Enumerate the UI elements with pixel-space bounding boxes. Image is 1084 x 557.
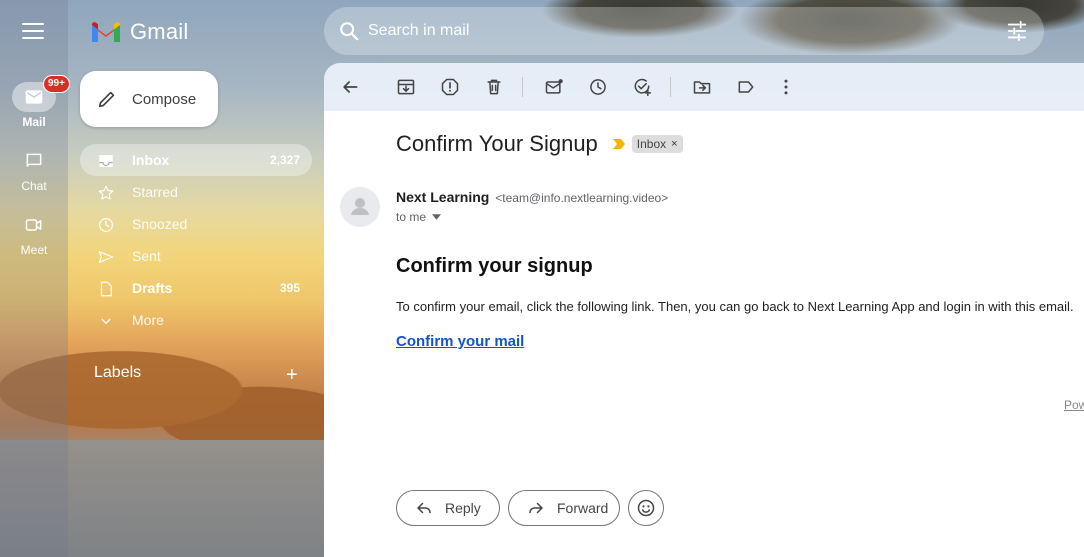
- email-view: Confirm Your Signup Inbox × Next Learnin…: [324, 111, 1084, 557]
- archive-icon[interactable]: [396, 77, 416, 97]
- add-task-icon[interactable]: [632, 77, 652, 97]
- search-bar[interactable]: [324, 7, 1044, 55]
- label-icon[interactable]: [736, 77, 756, 97]
- confirm-mail-link[interactable]: Confirm your mail: [396, 333, 524, 350]
- nav-label-sent: Sent: [132, 248, 161, 264]
- app-rail: 99+ Mail Chat Meet: [0, 0, 70, 557]
- inbox-count: 2,327: [269, 153, 300, 167]
- remove-label-button[interactable]: ×: [671, 138, 677, 150]
- chat-icon: [26, 153, 42, 167]
- compose-button[interactable]: Compose: [80, 71, 218, 127]
- recipients-toggle[interactable]: to me: [396, 210, 442, 224]
- mail-icon: [25, 90, 43, 104]
- rail-item-mail[interactable]: 99+ Mail: [0, 75, 70, 129]
- nav-item-sent[interactable]: Sent: [80, 240, 312, 272]
- nav-label-snoozed: Snoozed: [132, 216, 188, 232]
- inbox-icon: [99, 155, 113, 167]
- sender-email: <team@info.nextlearning.video>: [495, 191, 669, 205]
- rail-item-chat[interactable]: Chat: [0, 146, 68, 193]
- importance-marker-icon[interactable]: [612, 138, 626, 150]
- chevron-down-icon: [101, 318, 111, 325]
- message-toolbar: [324, 63, 1084, 111]
- label-chip-text: Inbox: [636, 137, 667, 151]
- menu-icon-bar: [22, 30, 44, 32]
- nav-item-snoozed[interactable]: Snoozed: [80, 208, 312, 240]
- mark-unread-icon[interactable]: [544, 77, 564, 97]
- footer-link-fragment[interactable]: Pow: [1064, 398, 1084, 412]
- rail-mail-pill: 99+: [12, 75, 70, 112]
- nav-label-starred: Starred: [132, 184, 178, 200]
- more-vert-icon[interactable]: [776, 77, 796, 97]
- forward-label: Forward: [557, 500, 609, 516]
- emoji-react-button[interactable]: [628, 490, 664, 526]
- snooze-icon[interactable]: [588, 77, 608, 97]
- video-camera-icon: [25, 219, 42, 231]
- reply-label: Reply: [445, 500, 481, 516]
- folder-nav: Inbox 2,327 Starred Snoozed Sent Drafts …: [80, 144, 312, 336]
- gmail-m-icon: [92, 22, 120, 42]
- star-icon: [98, 185, 114, 200]
- caret-down-icon: [432, 214, 442, 220]
- menu-icon: [22, 23, 44, 25]
- move-to-icon[interactable]: [692, 77, 712, 97]
- main-menu-button[interactable]: [22, 22, 44, 40]
- delete-icon[interactable]: [484, 77, 504, 97]
- nav-label-inbox: Inbox: [132, 152, 170, 168]
- gmail-logo[interactable]: Gmail: [90, 18, 188, 46]
- label-chip-inbox[interactable]: Inbox ×: [631, 135, 683, 153]
- toolbar-divider: [522, 77, 523, 97]
- sender-row: Next Learning <team@info.nextlearning.vi…: [396, 189, 668, 205]
- report-spam-icon[interactable]: [440, 77, 460, 97]
- rail-label-meet: Meet: [20, 243, 48, 257]
- search-icon[interactable]: [338, 20, 360, 42]
- clock-icon: [99, 218, 113, 232]
- sender-avatar[interactable]: [340, 187, 380, 227]
- rail-label-chat: Chat: [21, 179, 47, 193]
- compose-label: Compose: [132, 90, 197, 108]
- nav-item-more[interactable]: More: [80, 304, 312, 336]
- back-arrow-icon[interactable]: [340, 77, 360, 97]
- nav-item-inbox[interactable]: Inbox 2,327: [80, 144, 312, 176]
- unread-badge: 99+: [43, 75, 70, 93]
- search-options-icon[interactable]: [1006, 20, 1028, 42]
- toolbar-divider: [670, 77, 671, 97]
- nav-label-more: More: [132, 312, 164, 328]
- smiley-icon: [637, 499, 655, 517]
- reply-button[interactable]: Reply: [396, 490, 500, 526]
- gmail-logo-text: Gmail: [130, 19, 189, 44]
- forward-icon: [529, 502, 543, 514]
- default-avatar-icon: [351, 198, 369, 215]
- rail-label-mail: Mail: [22, 115, 46, 129]
- pencil-icon: [98, 91, 115, 108]
- drafts-count: 395: [279, 281, 300, 295]
- email-subject: Confirm Your Signup: [396, 131, 598, 156]
- search-input[interactable]: [368, 19, 968, 43]
- body-text: To confirm your email, click the followi…: [396, 299, 1074, 314]
- reply-icon: [417, 502, 431, 514]
- create-label-button[interactable]: +: [286, 365, 298, 385]
- menu-icon-bar: [22, 37, 44, 39]
- nav-item-starred[interactable]: Starred: [80, 176, 312, 208]
- labels-heading: Labels: [94, 364, 142, 381]
- nav-item-drafts[interactable]: Drafts 395: [80, 272, 312, 304]
- forward-button[interactable]: Forward: [508, 490, 620, 526]
- rail-chat-pill: [12, 146, 56, 176]
- sender-name[interactable]: Next Learning: [396, 189, 489, 205]
- to-line: to me: [396, 210, 427, 224]
- nav-label-drafts: Drafts: [132, 280, 173, 296]
- rail-item-meet[interactable]: Meet: [0, 210, 68, 257]
- draft-file-icon: [100, 281, 112, 297]
- body-heading: Confirm your signup: [396, 255, 593, 277]
- rail-meet-pill: [12, 210, 56, 240]
- subject-row: Confirm Your Signup Inbox ×: [396, 131, 683, 157]
- send-icon: [98, 251, 114, 263]
